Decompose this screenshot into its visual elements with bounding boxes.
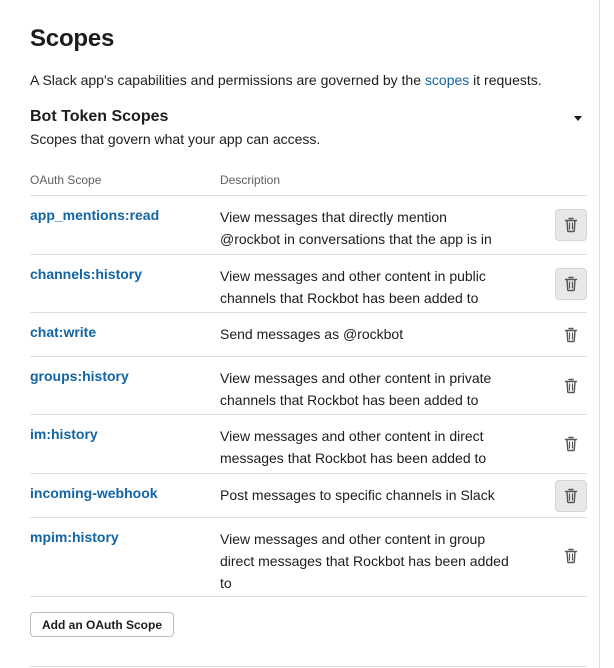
remove-scope-button[interactable] [555, 428, 587, 460]
scope-name-link[interactable]: incoming-webhook [30, 485, 158, 501]
table-row: groups:history View messages and other co… [30, 356, 587, 414]
intro-text-before: A Slack app's capabilities and permissio… [30, 72, 425, 88]
scope-description: View messages that directly mention @roc… [220, 209, 492, 247]
section-title: Bot Token Scopes [30, 108, 169, 125]
trash-icon [563, 548, 579, 564]
remove-scope-button[interactable] [555, 268, 587, 300]
divider [30, 666, 587, 667]
remove-scope-button[interactable] [555, 209, 587, 241]
page-title: Scopes [30, 25, 115, 52]
add-oauth-scope-button[interactable]: Add an OAuth Scope [30, 612, 174, 637]
scope-name-link[interactable]: chat:write [30, 324, 96, 340]
scope-description: View messages and other content in priva… [220, 370, 492, 408]
remove-scope-button[interactable] [555, 370, 587, 402]
intro-text-after: it requests. [469, 72, 542, 88]
remove-scope-button[interactable] [555, 319, 587, 351]
remove-scope-button[interactable] [555, 480, 587, 512]
table-row: im:history View messages and other conten… [30, 414, 587, 473]
trash-icon [563, 276, 579, 292]
scopes-link[interactable]: scopes [425, 72, 469, 88]
table-row: app_mentions:read View messages that dire… [30, 195, 587, 254]
scope-description: View messages and other content in group… [220, 531, 509, 591]
scope-description: View messages and other content in direc… [220, 428, 487, 466]
scopes-panel: Scopes A Slack app's capabilities and pe… [0, 0, 600, 668]
section-subtitle: Scopes that govern what your app can acc… [30, 131, 321, 147]
table-row: mpim:history View messages and other cont… [30, 517, 587, 597]
scope-name-link[interactable]: channels:history [30, 266, 142, 282]
trash-icon [563, 327, 579, 343]
intro-text: A Slack app's capabilities and permissio… [30, 72, 542, 88]
table-row: channels:history View messages and other … [30, 254, 587, 312]
scope-description: Post messages to specific channels in Sl… [220, 487, 495, 503]
trash-icon [563, 378, 579, 394]
table-row: chat:write Send messages as @rockbot [30, 312, 587, 356]
caret-down-icon[interactable] [571, 111, 585, 123]
trash-icon [563, 436, 579, 452]
table-row: incoming-webhook Post messages to specifi… [30, 473, 587, 517]
scope-description: View messages and other content in publi… [220, 268, 486, 306]
column-header-description: Description [220, 173, 281, 187]
scope-name-link[interactable]: im:history [30, 426, 98, 442]
scope-name-link[interactable]: groups:history [30, 368, 129, 384]
scopes-table: app_mentions:read View messages that dire… [30, 195, 587, 597]
trash-icon [563, 217, 579, 233]
scope-description: Send messages as @rockbot [220, 326, 404, 342]
trash-icon [563, 488, 579, 504]
scope-name-link[interactable]: app_mentions:read [30, 207, 159, 223]
scope-name-link[interactable]: mpim:history [30, 529, 119, 545]
remove-scope-button[interactable] [555, 540, 587, 572]
column-header-scope: OAuth Scope [30, 173, 102, 187]
